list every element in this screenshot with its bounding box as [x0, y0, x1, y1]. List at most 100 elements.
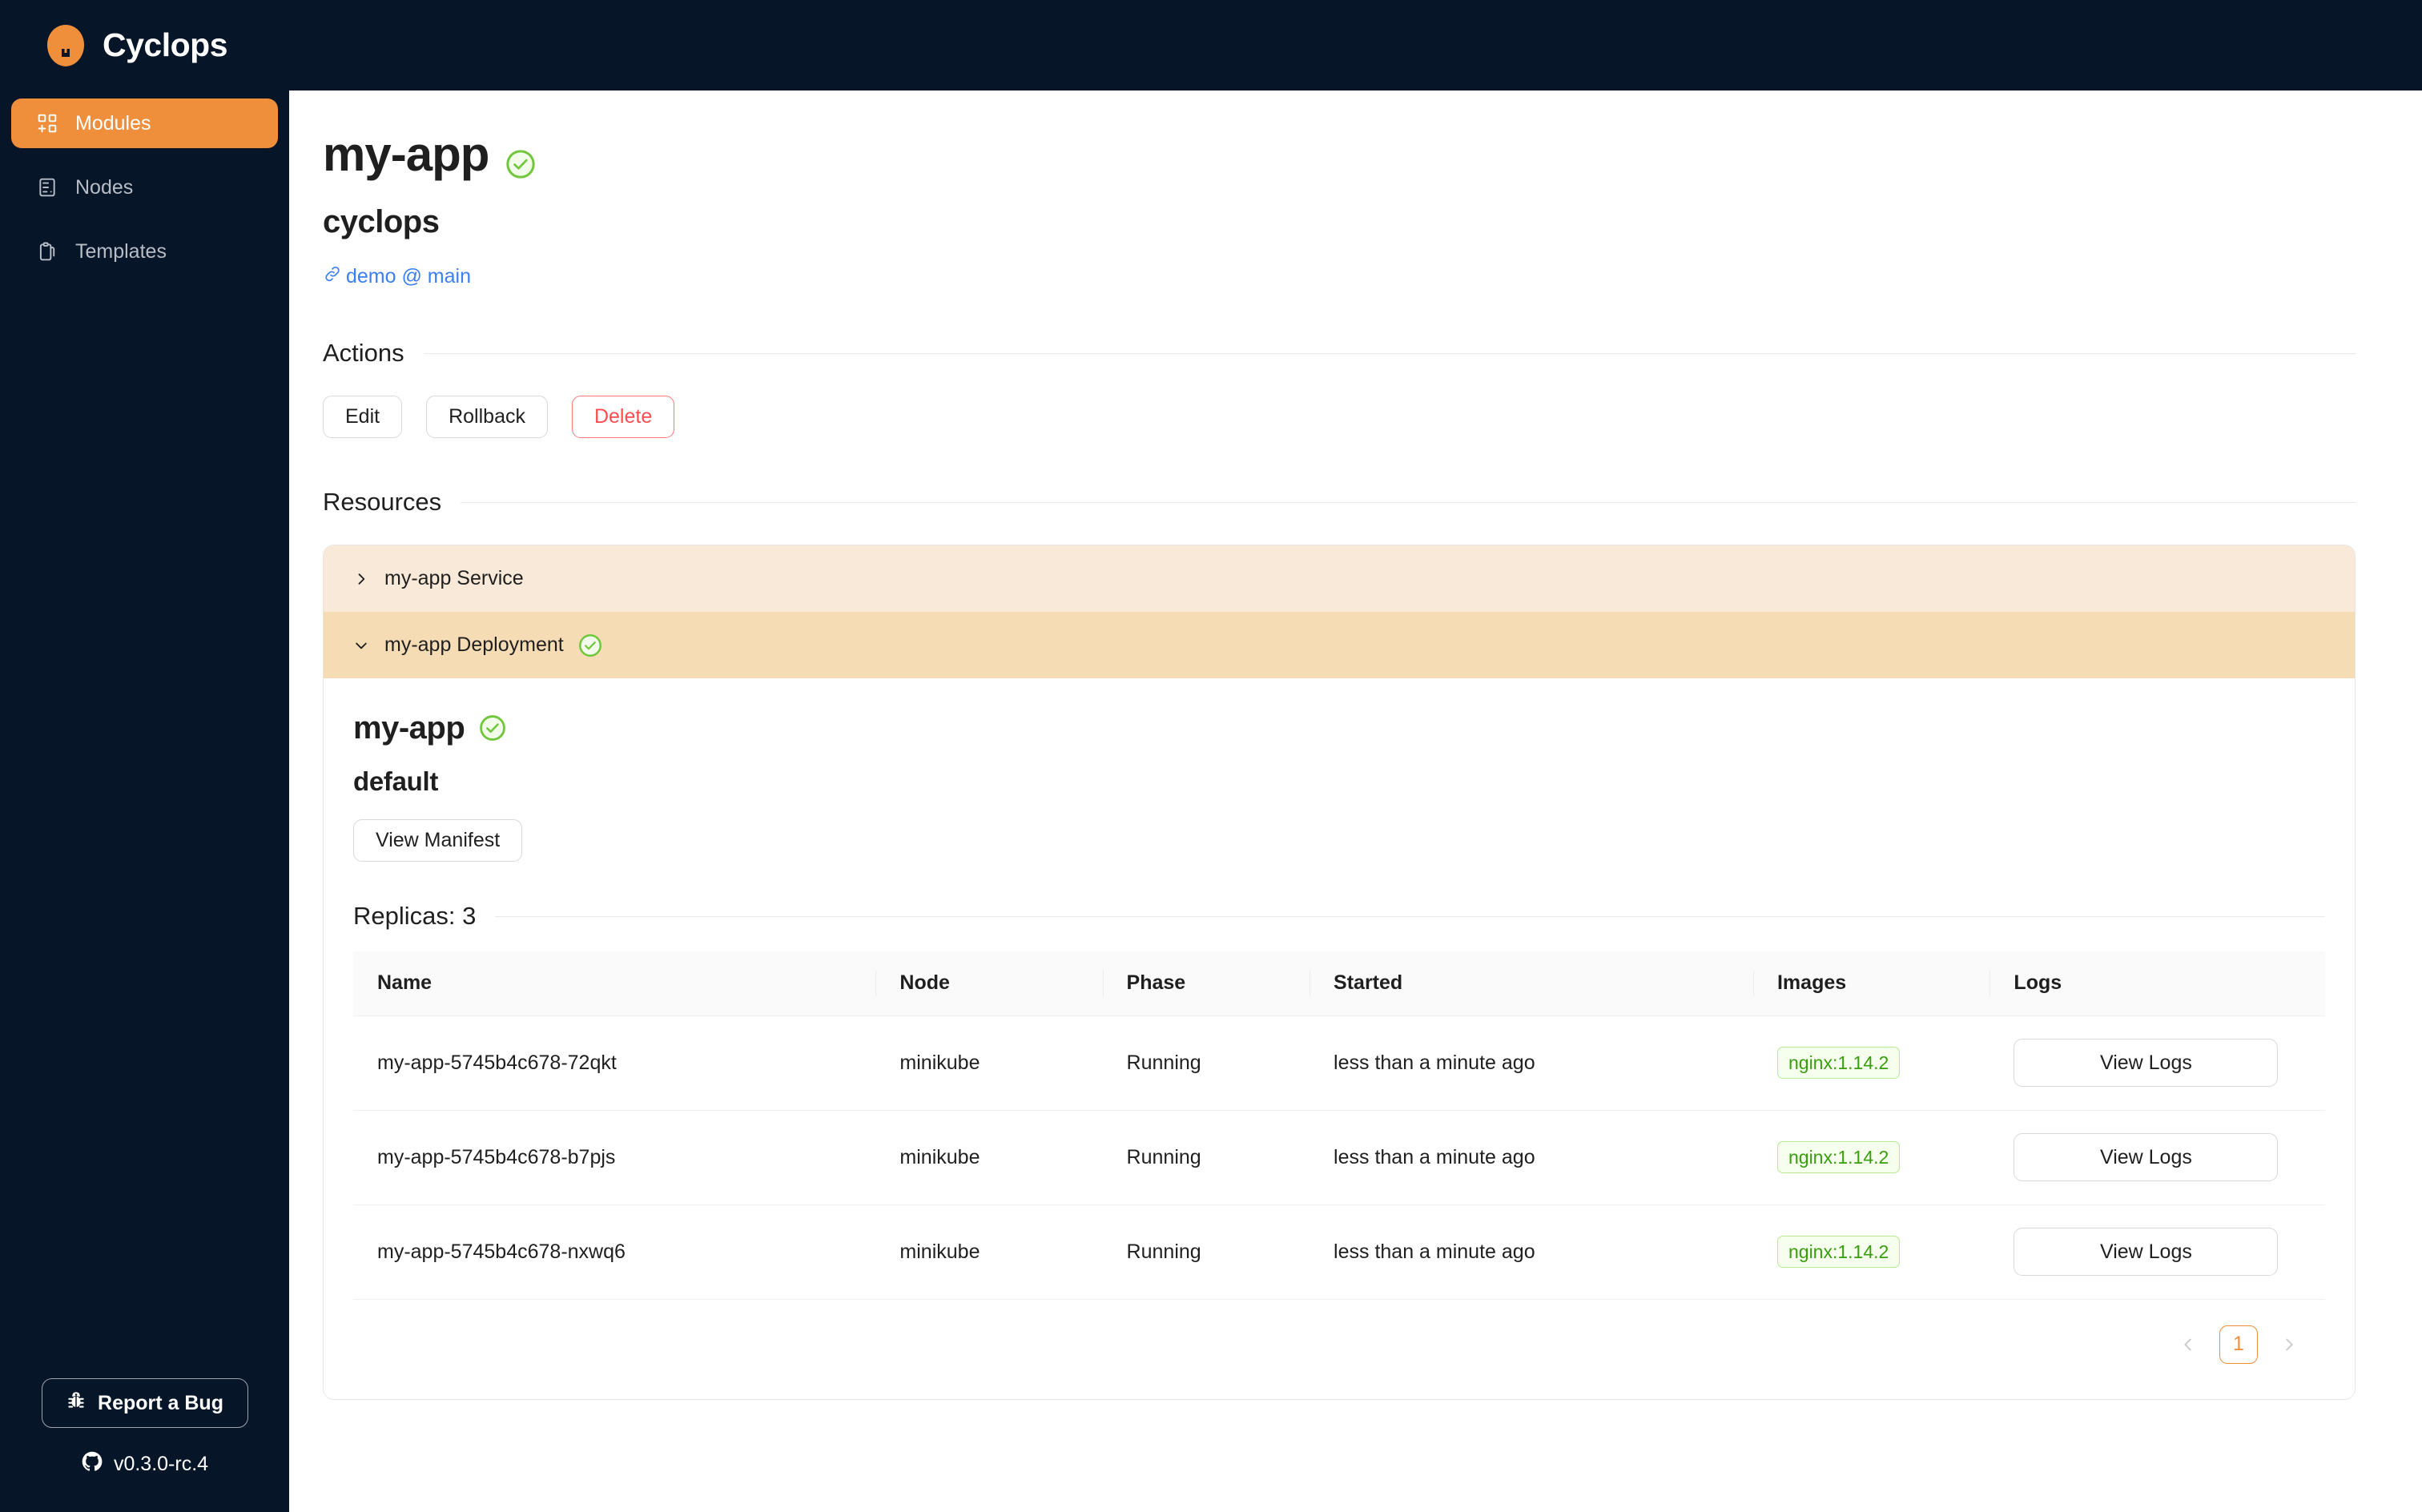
page-subtitle: cyclops — [323, 204, 440, 239]
image-tag: nginx:1.14.2 — [1776, 1140, 1901, 1174]
cell-pod-name: my-app-5745b4c678-nxwq6 — [353, 1204, 876, 1300]
table-row: my-app-5745b4c678-72qkt minikube Running… — [353, 1015, 2325, 1111]
accordion-header-deployment[interactable]: my-app Deployment — [324, 612, 2355, 678]
view-manifest-button[interactable]: View Manifest — [353, 819, 523, 862]
cell-pod-name: my-app-5745b4c678-b7pjs — [353, 1110, 876, 1205]
actions-row: Edit Rollback Delete — [323, 396, 2356, 438]
pods-table-header-row: Name Node Phase Started Images Logs — [353, 951, 2325, 1016]
check-circle-icon — [479, 714, 509, 744]
column-header-node: Node — [875, 951, 1103, 1016]
image-tag: nginx:1.14.2 — [1776, 1235, 1901, 1269]
cell-logs: View Logs — [1990, 1110, 2325, 1205]
brand-name: Cyclops — [103, 26, 228, 63]
column-header-logs: Logs — [1990, 951, 2325, 1016]
cell-started: less than a minute ago — [1310, 1204, 1753, 1300]
column-header-name: Name — [353, 951, 876, 1016]
deployment-name-row: my-app — [353, 710, 2325, 746]
brand[interactable]: Cyclops — [0, 0, 289, 90]
cell-phase: Running — [1102, 1015, 1310, 1111]
sidebar-item-label: Modules — [75, 111, 151, 135]
page-title: my-app — [323, 131, 2356, 179]
check-circle-icon — [505, 139, 536, 179]
pagination: 1 — [353, 1300, 2325, 1399]
report-a-bug-button[interactable]: Report a Bug — [41, 1378, 248, 1428]
deployment-name: my-app — [353, 710, 465, 746]
github-icon — [81, 1450, 103, 1478]
pagination-page-1[interactable]: 1 — [2219, 1325, 2258, 1364]
pods-table-body: my-app-5745b4c678-72qkt minikube Running… — [353, 1015, 2325, 1300]
check-circle-icon — [578, 633, 602, 657]
table-row: my-app-5745b4c678-nxwq6 minikube Running… — [353, 1204, 2325, 1300]
actions-divider — [423, 352, 2356, 354]
sidebar-item-label: Templates — [75, 239, 167, 263]
chevron-right-icon — [352, 570, 370, 588]
report-a-bug-label: Report a Bug — [98, 1391, 223, 1414]
edit-button[interactable]: Edit — [323, 396, 403, 438]
cell-node: minikube — [875, 1015, 1103, 1111]
cell-started: less than a minute ago — [1310, 1110, 1753, 1205]
accordion-label-service: my-app Service — [384, 567, 524, 589]
page-title-text: my-app — [323, 127, 489, 181]
clipboard-icon — [36, 240, 58, 263]
cell-images: nginx:1.14.2 — [1752, 1110, 1990, 1205]
accordion-label-deployment: my-app Deployment — [384, 633, 564, 656]
cell-phase: Running — [1102, 1110, 1310, 1205]
sidebar-footer: Report a Bug v0.3.0-rc.4 — [0, 1378, 289, 1512]
pods-table-wrapper: Name Node Phase Started Images Logs my-a… — [353, 951, 2325, 1399]
cell-pod-name: my-app-5745b4c678-72qkt — [353, 1015, 876, 1111]
version-label: v0.3.0-rc.4 — [113, 1453, 209, 1475]
app-root: Cyclops Modules Nodes Templates Report a… — [0, 0, 2422, 1512]
chevron-right-icon[interactable] — [2271, 1326, 2307, 1363]
resources-section-header: Resources — [323, 488, 2356, 517]
sidebar-nav: Modules Nodes Templates — [0, 90, 289, 291]
modules-icon — [36, 112, 58, 135]
replicas-divider — [495, 915, 2325, 917]
cell-logs: View Logs — [1990, 1015, 2325, 1111]
cell-images: nginx:1.14.2 — [1752, 1204, 1990, 1300]
cell-node: minikube — [875, 1110, 1103, 1205]
sidebar-item-nodes[interactable]: Nodes — [11, 163, 278, 212]
sidebar-item-templates[interactable]: Templates — [11, 227, 278, 276]
accordion-header-service[interactable]: my-app Service — [324, 545, 2355, 612]
deployment-namespace: default — [353, 766, 439, 796]
column-header-started: Started — [1310, 951, 1753, 1016]
view-manifest-row: View Manifest — [353, 819, 2325, 862]
image-tag: nginx:1.14.2 — [1776, 1046, 1901, 1080]
table-row: my-app-5745b4c678-b7pjs minikube Running… — [353, 1110, 2325, 1205]
pods-table: Name Node Phase Started Images Logs my-a… — [353, 951, 2325, 1300]
cell-logs: View Logs — [1990, 1204, 2325, 1300]
view-logs-button[interactable]: View Logs — [2014, 1133, 2279, 1181]
top-bar — [289, 0, 2422, 90]
resources-divider — [461, 501, 2356, 503]
repo-link[interactable]: demo @ main — [323, 264, 471, 289]
cell-started: less than a minute ago — [1310, 1015, 1753, 1111]
sidebar-item-modules[interactable]: Modules — [11, 99, 278, 148]
cell-phase: Running — [1102, 1204, 1310, 1300]
view-logs-button[interactable]: View Logs — [2014, 1039, 2279, 1087]
cyclops-logo-icon — [46, 24, 85, 67]
column-header-phase: Phase — [1102, 951, 1310, 1016]
rollback-button[interactable]: Rollback — [426, 396, 548, 438]
delete-button[interactable]: Delete — [571, 396, 675, 438]
column-header-images: Images — [1752, 951, 1990, 1016]
replicas-section-header: Replicas: 3 — [353, 902, 2325, 931]
version-link[interactable]: v0.3.0-rc.4 — [81, 1450, 208, 1478]
actions-heading: Actions — [323, 339, 404, 367]
resources-card: my-app Service my-app Deployment my-app … — [323, 545, 2356, 1400]
pods-table-head: Name Node Phase Started Images Logs — [353, 951, 2325, 1016]
chevron-down-icon — [352, 637, 370, 654]
main-content: my-app cyclops demo @ main Actions Edit … — [289, 0, 2422, 1512]
view-logs-button[interactable]: View Logs — [2014, 1228, 2279, 1276]
repo-link-label: demo @ main — [346, 265, 471, 288]
resources-heading: Resources — [323, 488, 442, 516]
deployment-details: my-app default View Manifest Replicas: 3… — [324, 678, 2355, 1399]
sidebar-item-label: Nodes — [75, 175, 134, 199]
chevron-left-icon[interactable] — [2170, 1326, 2207, 1363]
actions-section-header: Actions — [323, 339, 2356, 368]
cell-node: minikube — [875, 1204, 1103, 1300]
link-icon — [323, 264, 342, 289]
server-icon — [36, 176, 58, 199]
replicas-label: Replicas: 3 — [353, 902, 477, 930]
cell-images: nginx:1.14.2 — [1752, 1015, 1990, 1111]
bug-icon — [66, 1390, 86, 1417]
